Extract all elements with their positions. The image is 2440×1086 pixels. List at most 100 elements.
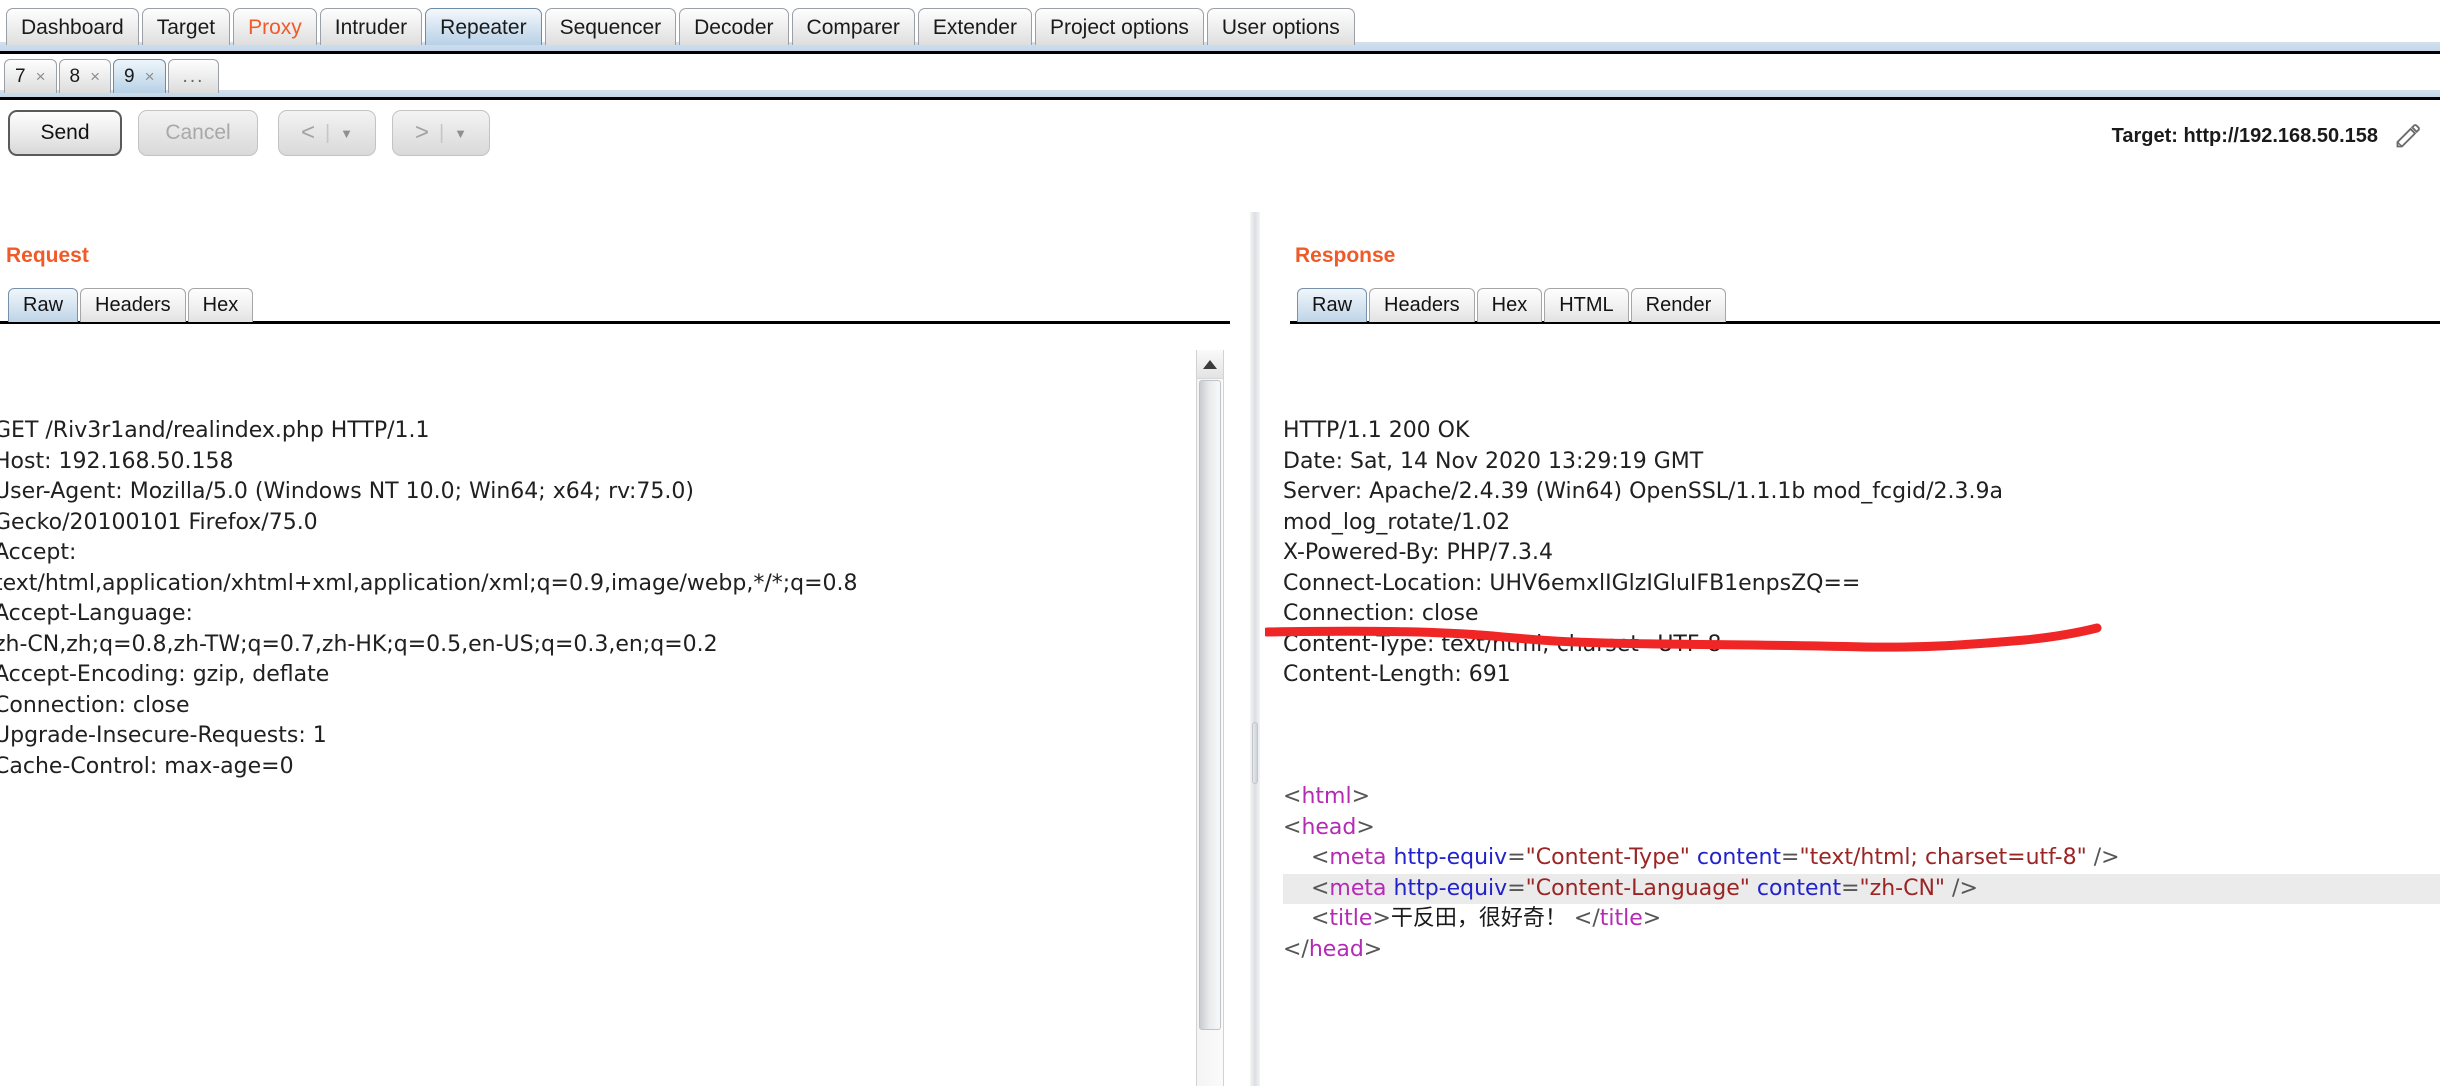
- syntax-token-text: [1750, 876, 1757, 901]
- syntax-token-tag: title: [1599, 906, 1643, 931]
- response-tab-hex[interactable]: Hex: [1476, 288, 1543, 322]
- syntax-token-punct: <: [1283, 814, 1302, 840]
- response-body-line: <html>: [1283, 782, 2440, 813]
- repeater-tab-label: 9: [124, 65, 135, 87]
- main-tab-project-options[interactable]: Project options: [1034, 8, 1204, 45]
- response-header-line: Connect-Location: UHV6emxlIGlzIGluIFB1en…: [1283, 570, 1861, 596]
- main-tab-label: Repeater: [440, 16, 527, 39]
- main-tab-target[interactable]: Target: [141, 8, 231, 45]
- repeater-tab-8[interactable]: 8 ×: [58, 59, 112, 93]
- request-panel-title: Request: [6, 244, 89, 267]
- next-request-button[interactable]: > | ▼: [392, 110, 490, 156]
- syntax-token-punct: >: [1642, 906, 1662, 931]
- request-view-tabs: Raw Headers Hex: [8, 288, 255, 322]
- panel-splitter[interactable]: [1250, 212, 1260, 1086]
- response-header-line: mod_log_rotate/1.02: [1283, 509, 1511, 535]
- close-icon[interactable]: ×: [145, 61, 155, 93]
- syntax-token-punct: />: [1945, 875, 1978, 901]
- response-header-line: Content-Length: 691: [1283, 662, 1511, 687]
- main-tab-label: Sequencer: [559, 16, 662, 39]
- main-tab-label: Comparer: [806, 16, 900, 39]
- forward-arrow-icon: >: [414, 119, 429, 146]
- request-tab-hex[interactable]: Hex: [187, 288, 254, 322]
- request-line: Accept-Encoding: gzip, deflate: [0, 662, 330, 687]
- close-icon[interactable]: ×: [90, 61, 100, 93]
- main-tab-dashboard[interactable]: Dashboard: [6, 8, 139, 45]
- main-tab-user-options[interactable]: User options: [1206, 8, 1355, 45]
- syntax-token-tag: head: [1301, 814, 1357, 840]
- request-line: Gecko/20100101 Firefox/75.0: [0, 509, 318, 535]
- cancel-button[interactable]: Cancel: [138, 110, 258, 156]
- main-tab-label: Intruder: [334, 16, 408, 39]
- main-tabs: Dashboard Target Proxy Intruder Repeater Sequ…: [6, 8, 1358, 45]
- repeater-tab-moremoremore[interactable]: ...: [167, 59, 220, 93]
- previous-request-button[interactable]: < | ▼: [278, 110, 376, 156]
- target-label: Target: http://192.168.50.158: [2111, 124, 2378, 147]
- request-vertical-scrollbar[interactable]: [1196, 350, 1224, 1086]
- request-line: Accept-Language:: [0, 601, 193, 626]
- main-tab-extender[interactable]: Extender: [917, 8, 1032, 45]
- syntax-token-val: "zh-CN": [1859, 875, 1946, 901]
- main-tab-proxy[interactable]: Proxy: [233, 8, 317, 45]
- repeater-tab-label: ...: [182, 65, 205, 87]
- request-tab-raw[interactable]: Raw: [8, 288, 79, 322]
- scrollbar-thumb[interactable]: [1199, 380, 1221, 1030]
- response-panel-title: Response: [1295, 244, 1396, 267]
- repeater-tab-label: 7: [15, 65, 26, 87]
- main-tab-label: Extender: [932, 16, 1017, 39]
- repeater-tab-bar-strip: [0, 90, 2440, 97]
- response-body-line: <title>干反田，很好奇！ </title>: [1283, 904, 2440, 935]
- syntax-token-text: [1690, 845, 1697, 870]
- main-tab-label: User options: [1221, 16, 1340, 39]
- syntax-token-attr: content: [1756, 875, 1842, 901]
- syntax-token-tag: meta: [1329, 875, 1387, 901]
- main-tab-decoder[interactable]: Decoder: [679, 8, 789, 45]
- scroll-up-arrow-icon[interactable]: [1197, 350, 1223, 379]
- chevron-down-icon[interactable]: ▼: [340, 126, 353, 141]
- syntax-token-text: [1387, 876, 1394, 901]
- chevron-down-icon[interactable]: ▼: [454, 126, 467, 141]
- syntax-token-punct: <: [1310, 875, 1330, 901]
- response-headers-text: HTTP/1.1 200 OK Date: Sat, 14 Nov 2020 13…: [1283, 416, 2440, 721]
- main-tab-comparer[interactable]: Comparer: [791, 8, 915, 45]
- response-tab-raw[interactable]: Raw: [1297, 288, 1368, 322]
- response-header-line: Content-Type: text/html; charset=UTF-8: [1283, 631, 1722, 657]
- close-icon[interactable]: ×: [36, 61, 46, 93]
- repeater-tab-7[interactable]: 7 ×: [4, 59, 57, 93]
- main-tab-label: Proxy: [248, 16, 302, 39]
- request-editor[interactable]: GET /Riv3r1and/realindex.php HTTP/1.1 Hos…: [0, 355, 1196, 1055]
- response-header-line: Date: Sat, 14 Nov 2020 13:29:19 GMT: [1283, 448, 1704, 474]
- response-tab-render[interactable]: Render: [1630, 288, 1727, 322]
- repeater-tab-bar: 7 × 8 × 9 ×...: [0, 54, 2440, 100]
- syntax-token-punct: =: [1841, 875, 1860, 901]
- request-line: Connection: close: [0, 692, 190, 718]
- request-text: GET /Riv3r1and/realindex.php HTTP/1.1 Hos…: [0, 416, 1190, 782]
- response-header-line: Server: Apache/2.4.39 (Win64) OpenSSL/1.…: [1283, 479, 2003, 504]
- syntax-token-punct: =: [1781, 845, 1800, 870]
- main-tab-sequencer[interactable]: Sequencer: [544, 8, 677, 45]
- response-editor[interactable]: HTTP/1.1 200 OK Date: Sat, 14 Nov 2020 13…: [1283, 355, 2440, 1086]
- repeater-tab-9[interactable]: 9 ×: [113, 59, 166, 93]
- syntax-token-punct: >: [1351, 784, 1370, 809]
- response-header-line: [1283, 691, 2440, 722]
- syntax-token-tag: meta: [1329, 845, 1387, 870]
- cancel-button-label: Cancel: [165, 121, 231, 144]
- pencil-icon[interactable]: [2394, 122, 2422, 150]
- syntax-token-punct: >: [1372, 906, 1391, 931]
- splitter-grip[interactable]: [1252, 722, 1258, 784]
- main-tab-intruder[interactable]: Intruder: [319, 8, 423, 45]
- response-tab-headers[interactable]: Headers: [1369, 288, 1475, 322]
- syntax-token-punct: <: [1310, 906, 1330, 931]
- request-line: User-Agent: Mozilla/5.0 (Windows NT 10.0…: [0, 479, 694, 504]
- burp-suite-window: Dashboard Target Proxy Intruder Repeater Sequ…: [0, 0, 2440, 1086]
- send-button-label: Send: [40, 121, 90, 144]
- response-view-tabs: Raw Headers Hex HTML Render: [1297, 288, 1728, 322]
- response-header-line: X-Powered-By: PHP/7.3.4: [1283, 540, 1553, 565]
- send-button[interactable]: Send: [8, 110, 122, 156]
- request-tab-headers[interactable]: Headers: [80, 288, 186, 322]
- response-body-line: </head>: [1283, 935, 2440, 966]
- syntax-token-punct: =: [1507, 875, 1526, 901]
- main-tab-repeater[interactable]: Repeater: [425, 8, 542, 45]
- syntax-token-tag: html: [1301, 784, 1352, 809]
- response-tab-html[interactable]: HTML: [1544, 288, 1629, 322]
